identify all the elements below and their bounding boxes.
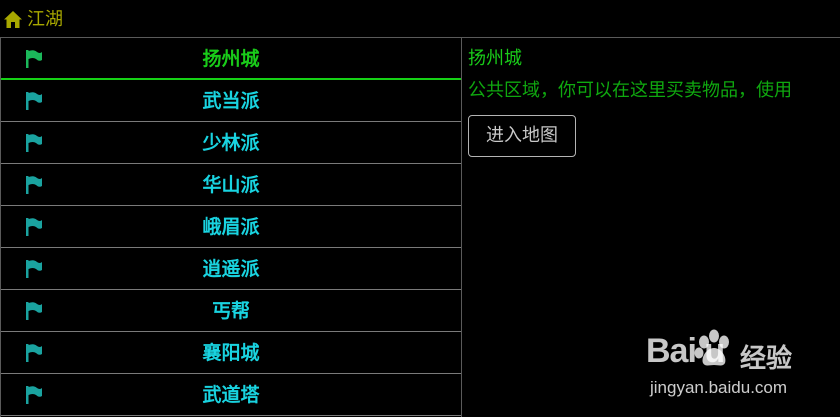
list-item-label: 逍遥派 — [202, 258, 260, 280]
list-item[interactable]: 襄阳城 — [1, 332, 461, 374]
list-item[interactable]: 扬州城 — [1, 38, 461, 80]
list-item[interactable]: 武当派 — [1, 80, 461, 122]
watermark-url: jingyan.baidu.com — [650, 378, 788, 397]
detail-description: 公共区域，你可以在这里买卖物品，使用 — [468, 80, 792, 101]
list-item[interactable]: 逍遥派 — [1, 248, 461, 290]
list-item-label: 少林派 — [202, 132, 260, 154]
paw-icon — [694, 329, 729, 366]
top-bar: 江湖 — [0, 0, 840, 38]
home-icon[interactable] — [3, 10, 23, 29]
location-list: 扬州城 武当派 少林派 华山派 峨眉派 逍遥派 丐帮 襄阳城 武道塔 — [0, 38, 462, 417]
list-item[interactable]: 武道塔 — [1, 374, 461, 416]
header-title: 江湖 — [27, 9, 63, 30]
list-item[interactable]: 华山派 — [1, 164, 461, 206]
watermark: Bai u 经验 jingyan.baidu.com — [640, 322, 840, 417]
list-item[interactable]: 峨眉派 — [1, 206, 461, 248]
list-item-label: 襄阳城 — [202, 342, 260, 364]
watermark-cn: 经验 — [740, 344, 793, 374]
list-item-label: 峨眉派 — [202, 216, 260, 238]
list-item-label: 丐帮 — [211, 300, 250, 322]
list-item-label: 扬州城 — [202, 48, 260, 70]
detail-title: 扬州城 — [468, 48, 522, 69]
enter-map-button[interactable]: 进入地图 — [468, 115, 576, 157]
list-item[interactable]: 少林派 — [1, 122, 461, 164]
list-item-label: 武道塔 — [202, 384, 260, 406]
list-item-label: 武当派 — [202, 90, 260, 112]
list-item-label: 华山派 — [202, 174, 260, 196]
list-item[interactable]: 丐帮 — [1, 290, 461, 332]
